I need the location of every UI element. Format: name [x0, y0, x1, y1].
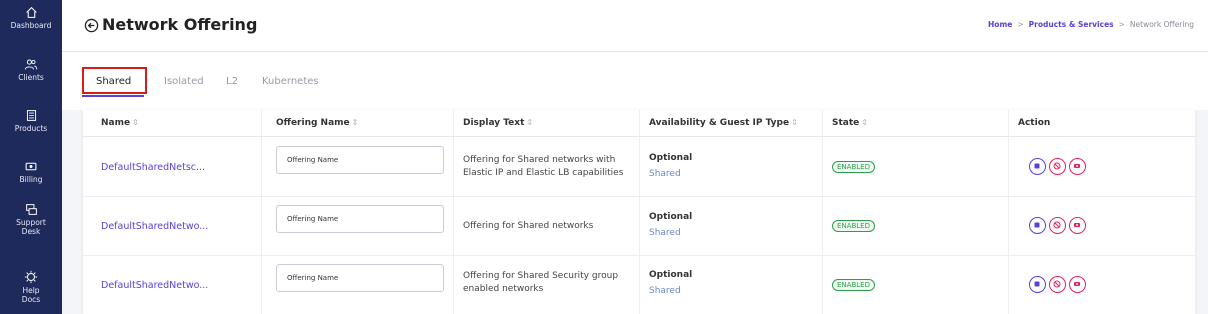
sort-icon: ⇕ — [351, 118, 359, 127]
tab-bar: Shared Isolated L2 Kubernetes — [62, 52, 1208, 110]
delete-button[interactable] — [1069, 276, 1086, 293]
column-header-action: Action — [1018, 118, 1051, 128]
guest-ip-type: Shared — [649, 286, 681, 296]
delete-icon — [1074, 282, 1080, 286]
tab-l2[interactable]: L2 — [226, 76, 238, 87]
breadcrumb-current: Network Offering — [1129, 20, 1194, 29]
sidebar-item-clients[interactable]: Clients — [0, 58, 62, 82]
sort-icon: ⇕ — [526, 118, 534, 127]
users-icon — [24, 59, 38, 70]
availability: Optional — [649, 270, 693, 280]
sidebar-item-label: Support Desk — [16, 218, 46, 236]
availability: Optional — [649, 153, 693, 163]
sidebar-item-support-desk[interactable]: Support Desk — [0, 203, 62, 236]
sidebar-item-label: Clients — [18, 73, 44, 82]
disable-icon — [1053, 162, 1061, 170]
products-icon — [26, 110, 36, 121]
edit-button[interactable] — [1029, 217, 1046, 234]
column-header-name[interactable]: Name ⇕ — [101, 118, 139, 128]
breadcrumb-separator-icon: > — [1118, 20, 1125, 29]
back-arrow-icon[interactable] — [84, 18, 99, 33]
sidebar-item-label: Products — [14, 124, 48, 133]
status-badge: ENABLED — [832, 220, 875, 232]
breadcrumb-home[interactable]: Home — [988, 20, 1012, 29]
sidebar-item-help-docs[interactable]: Help Docs — [0, 270, 62, 304]
breadcrumb-products[interactable]: Products & Services — [1029, 20, 1114, 29]
page-header: Network Offering Home > Products & Service… — [62, 0, 1208, 52]
delete-icon — [1074, 164, 1080, 168]
sort-icon: ⇕ — [861, 118, 868, 127]
network-name-link[interactable]: DefaultSharedNetwo... — [101, 280, 208, 291]
sidebar-item-label: Dashboard — [10, 21, 52, 30]
display-text: Offering for Shared networks — [463, 221, 594, 231]
sidebar: Dashboard Clients Products Billing Suppo… — [0, 0, 62, 314]
column-header-offering-name[interactable]: Offering Name ⇕ — [276, 118, 358, 128]
billing-icon — [25, 162, 37, 171]
sort-icon: ⇕ — [791, 118, 798, 127]
column-header-availability[interactable]: Availability & Guest IP Type ⇕ — [649, 118, 798, 128]
sort-icon: ⇕ — [132, 118, 139, 127]
offering-name-input[interactable] — [276, 264, 444, 292]
delete-button[interactable] — [1069, 158, 1086, 175]
disable-button[interactable] — [1049, 217, 1066, 234]
tab-shared[interactable]: Shared — [96, 76, 131, 87]
breadcrumb: Home > Products & Services > Network Offerin… — [988, 20, 1194, 29]
page-title: Network Offering — [102, 15, 258, 34]
table-row: DefaultSharedNetwo... Offering for Share… — [83, 197, 1195, 256]
status-badge: ENABLED — [832, 161, 875, 173]
sidebar-item-label: Billing — [19, 175, 43, 184]
disable-button[interactable] — [1049, 276, 1066, 293]
delete-icon — [1074, 223, 1080, 227]
edit-icon — [1034, 163, 1040, 169]
guest-ip-type: Shared — [649, 228, 681, 238]
help-icon — [24, 270, 38, 284]
offering-name-input[interactable] — [276, 205, 444, 233]
edit-button[interactable] — [1029, 276, 1046, 293]
active-tab-indicator — [82, 95, 144, 97]
delete-button[interactable] — [1069, 217, 1086, 234]
table-row: DefaultSharedNetsc... Offering for Share… — [83, 138, 1195, 197]
status-badge: ENABLED — [832, 279, 875, 291]
sidebar-item-products[interactable]: Products — [0, 109, 62, 133]
table-header: Name ⇕ Offering Name ⇕ Display Text ⇕ Avail… — [83, 110, 1195, 137]
network-name-link[interactable]: DefaultSharedNetwo... — [101, 221, 208, 232]
tab-isolated[interactable]: Isolated — [164, 76, 204, 87]
display-text: Offering for Shared Security group enable… — [463, 271, 619, 294]
display-text: Offering for Shared networks with Elastic… — [463, 155, 624, 178]
column-header-state[interactable]: State ⇕ — [832, 118, 868, 128]
edit-button[interactable] — [1029, 158, 1046, 175]
offerings-table: Name ⇕ Offering Name ⇕ Display Text ⇕ Avail… — [83, 110, 1195, 314]
network-name-link[interactable]: DefaultSharedNetsc... — [101, 162, 205, 173]
sidebar-item-dashboard[interactable]: Dashboard — [0, 6, 62, 30]
tab-kubernetes[interactable]: Kubernetes — [262, 76, 319, 87]
column-header-display-text[interactable]: Display Text ⇕ — [463, 118, 533, 128]
table-row: DefaultSharedNetwo... Offering for Share… — [83, 256, 1195, 314]
support-icon — [25, 204, 37, 215]
disable-icon — [1053, 221, 1061, 229]
sidebar-item-billing[interactable]: Billing — [0, 160, 62, 184]
guest-ip-type: Shared — [649, 169, 681, 179]
disable-icon — [1053, 280, 1061, 288]
availability: Optional — [649, 212, 693, 222]
home-icon — [25, 6, 37, 18]
sidebar-item-label: Help Docs — [21, 286, 41, 304]
edit-icon — [1034, 281, 1040, 287]
offering-name-input[interactable] — [276, 146, 444, 174]
disable-button[interactable] — [1049, 158, 1066, 175]
breadcrumb-separator-icon: > — [1017, 20, 1024, 29]
edit-icon — [1034, 222, 1040, 228]
